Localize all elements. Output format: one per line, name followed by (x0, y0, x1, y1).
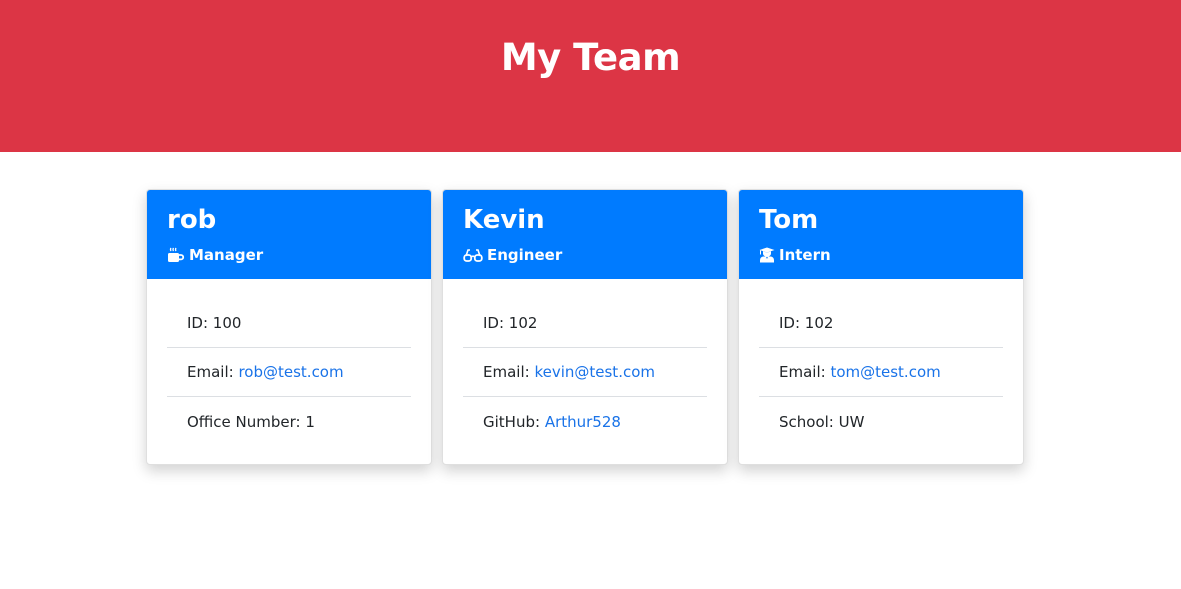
glasses-icon (463, 249, 483, 262)
email-link[interactable]: rob@test.com (238, 363, 343, 381)
employee-card: Tom Intern ID: 102 Email: tom@test.com S… (738, 189, 1024, 465)
employee-name: Tom (759, 205, 819, 235)
list-item-id: ID: 102 (463, 299, 707, 348)
employee-role: Engineer (463, 245, 727, 265)
id-value: 102 (508, 314, 538, 332)
list-item-email: Email: rob@test.com (167, 348, 411, 397)
id-value: 102 (804, 314, 834, 332)
employee-name: Kevin (463, 205, 545, 235)
list-item-email: Email: tom@test.com (759, 348, 1003, 397)
employee-role: Manager (167, 245, 431, 265)
github-link[interactable]: Arthur528 (545, 413, 621, 431)
email-label: Email: (483, 363, 535, 381)
mug-hot-icon (168, 247, 185, 262)
office-number-value: 1 (305, 412, 315, 431)
list-item-office-number: Office Number: 1 (167, 397, 411, 446)
role-label: Engineer (487, 246, 563, 264)
card-header: rob Manager (147, 190, 431, 279)
card-header: Tom Intern (739, 190, 1023, 279)
email-label: Email: (187, 363, 239, 381)
employee-card: rob Manager ID: 100 Email: rob@test.com (146, 189, 432, 465)
office-number-label: Office Number: (187, 412, 306, 431)
employee-name: rob (167, 205, 217, 235)
list-item-github: GitHub: Arthur528 (463, 397, 707, 446)
list-item-school: School: UW (759, 397, 1003, 446)
list-item-id: ID: 100 (167, 299, 411, 348)
list-item-id: ID: 102 (759, 299, 1003, 348)
role-label: Intern (779, 246, 831, 264)
email-link[interactable]: tom@test.com (830, 363, 940, 381)
id-label: ID: (779, 314, 805, 332)
school-label: School: (779, 412, 839, 431)
team-cards: rob Manager ID: 100 Email: rob@test.com (146, 189, 1024, 465)
user-graduate-icon (759, 247, 775, 263)
page-header: My Team (0, 0, 1181, 152)
page-title: My Team (500, 36, 681, 79)
id-value: 100 (212, 314, 242, 332)
github-label: GitHub: (483, 412, 545, 431)
card-body: ID: 102 Email: kevin@test.com GitHub: Ar… (443, 279, 727, 446)
card-body: ID: 100 Email: rob@test.com Office Numbe… (147, 279, 431, 446)
card-body: ID: 102 Email: tom@test.com School: UW (739, 279, 1023, 446)
id-label: ID: (483, 314, 509, 332)
list-item-email: Email: kevin@test.com (463, 348, 707, 397)
employee-role: Intern (759, 245, 1023, 265)
employee-card: Kevin Engineer ID: 102 Email: kevin@test (442, 189, 728, 465)
id-label: ID: (187, 314, 213, 332)
role-label: Manager (189, 246, 264, 264)
email-label: Email: (779, 363, 831, 381)
email-link[interactable]: kevin@test.com (534, 363, 655, 381)
school-value: UW (838, 412, 865, 431)
card-header: Kevin Engineer (443, 190, 727, 279)
